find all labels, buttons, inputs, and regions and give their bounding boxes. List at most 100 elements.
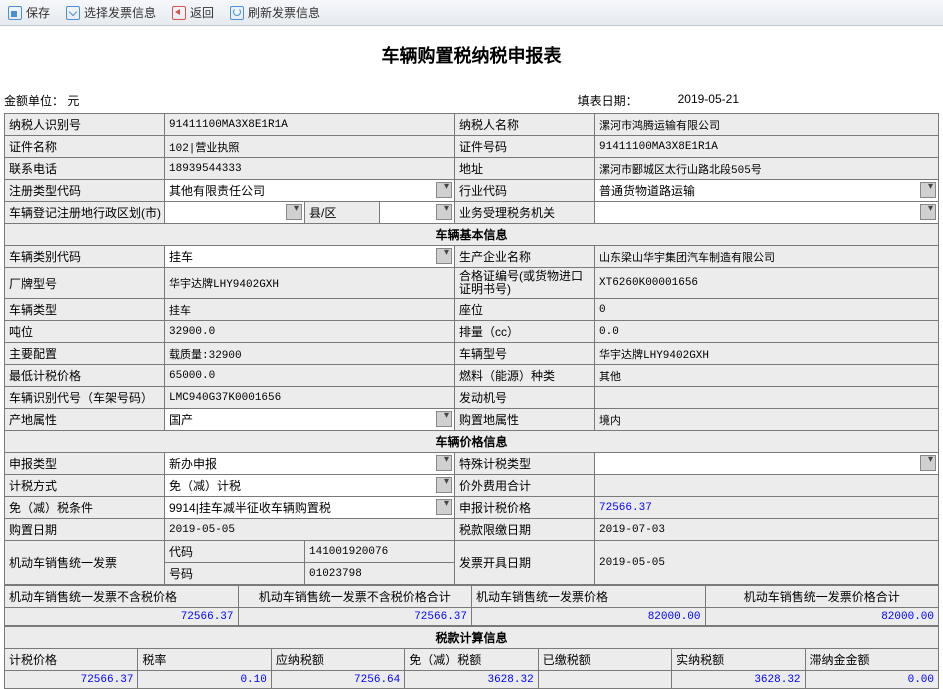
vehicle-section-header: 车辆基本信息 bbox=[5, 224, 939, 246]
industry-input[interactable]: 普通货物道路运输 bbox=[595, 180, 939, 202]
unit-value: 元 bbox=[67, 94, 79, 108]
tax-office-label: 业务受理税务机关 bbox=[455, 202, 595, 224]
date-label: 填表日期： bbox=[578, 92, 638, 109]
seats-value: 0 bbox=[595, 299, 939, 321]
purchase-loc-label: 购置地属性 bbox=[455, 409, 595, 431]
exempt-cond-label: 免（减）税条件 bbox=[5, 497, 165, 519]
address-label: 地址 bbox=[455, 158, 595, 180]
select-invoice-button[interactable]: 选择发票信息 bbox=[66, 4, 156, 21]
taxpayer-name-label: 纳税人名称 bbox=[455, 114, 595, 136]
inv-notax-total-label: 机动车销售统一发票不含税价格合计 bbox=[238, 586, 472, 608]
taxpayer-id-label: 纳税人识别号 bbox=[5, 114, 165, 136]
tax-method-input[interactable]: 免（减）计税 bbox=[165, 475, 455, 497]
phone-label: 联系电话 bbox=[5, 158, 165, 180]
date-value: 2019-05-21 bbox=[678, 92, 739, 109]
tax-method-label: 计税方式 bbox=[5, 475, 165, 497]
veh-model-label: 车辆型号 bbox=[455, 343, 595, 365]
inv-notax-value: 72566.37 bbox=[5, 608, 239, 626]
taxpayer-name-value: 漯河市鸿腾运输有限公司 bbox=[595, 114, 939, 136]
county-label: 县/区 bbox=[305, 202, 380, 224]
tax-exempt-value: 3628.32 bbox=[405, 671, 538, 689]
inv-price-value: 82000.00 bbox=[472, 608, 706, 626]
late-fee-label: 滞纳金金额 bbox=[805, 649, 938, 671]
taxpayer-table: 纳税人识别号91411100MA3X8E1R1A纳税人名称漯河市鸿腾运输有限公司… bbox=[4, 113, 939, 585]
reg-city-input[interactable] bbox=[165, 202, 305, 224]
tax-due-date-value: 2019-07-03 bbox=[595, 519, 939, 541]
refresh-icon bbox=[230, 6, 244, 20]
config-value: 载质量:32900 bbox=[165, 343, 455, 365]
refresh-label: 刷新发票信息 bbox=[248, 4, 320, 21]
purchase-loc-value: 境内 bbox=[595, 409, 939, 431]
back-icon bbox=[172, 6, 186, 20]
tax-payable-label: 应纳税额 bbox=[271, 649, 404, 671]
manufacturer-label: 生产企业名称 bbox=[455, 246, 595, 268]
invoice-price-table: 机动车销售统一发票不含税价格机动车销售统一发票不含税价格合计机动车销售统一发票价… bbox=[4, 585, 939, 626]
invoice-code-label: 代码 bbox=[165, 541, 305, 563]
veh-cat-input[interactable]: 挂车 bbox=[165, 246, 455, 268]
tax-price-value: 72566.37 bbox=[5, 671, 138, 689]
cert-no-value: 91411100MA3X8E1R1A bbox=[595, 136, 939, 158]
tonnage-label: 吨位 bbox=[5, 321, 165, 343]
tax-rate-value: 0.10 bbox=[138, 671, 271, 689]
declare-price-value: 72566.37 bbox=[595, 497, 939, 519]
purchase-date-label: 购置日期 bbox=[5, 519, 165, 541]
invoice-no-value: 01023798 bbox=[305, 563, 455, 585]
tax-payable-value: 7256.64 bbox=[271, 671, 404, 689]
price-section-header: 车辆价格信息 bbox=[5, 431, 939, 453]
reg-type-label: 注册类型代码 bbox=[5, 180, 165, 202]
reg-city-label: 车辆登记注册地行政区划(市) bbox=[5, 202, 165, 224]
special-tax-input[interactable] bbox=[595, 453, 939, 475]
origin-label: 产地属性 bbox=[5, 409, 165, 431]
inv-notax-label: 机动车销售统一发票不含税价格 bbox=[5, 586, 239, 608]
tax-actual-value: 3628.32 bbox=[672, 671, 805, 689]
invoice-no-label: 号码 bbox=[165, 563, 305, 585]
page-title: 车辆购置税纳税申报表 bbox=[4, 26, 939, 92]
inv-notax-total-value: 72566.37 bbox=[238, 608, 472, 626]
min-tax-price-value: 65000.0 bbox=[165, 365, 455, 387]
tax-section-header: 税款计算信息 bbox=[5, 627, 939, 649]
config-label: 主要配置 bbox=[5, 343, 165, 365]
tax-calc-table: 税款计算信息 计税价格税率应纳税额免（减）税额已缴税额实纳税额滞纳金金额 725… bbox=[4, 626, 939, 689]
special-tax-label: 特殊计税类型 bbox=[455, 453, 595, 475]
inv-price-total-label: 机动车销售统一发票价格合计 bbox=[705, 586, 939, 608]
brand-model-label: 厂牌型号 bbox=[5, 268, 165, 299]
veh-cat-label: 车辆类别代码 bbox=[5, 246, 165, 268]
purchase-date-value: 2019-05-05 bbox=[165, 519, 455, 541]
invoice-code-value: 141001920076 bbox=[305, 541, 455, 563]
save-button[interactable]: 保存 bbox=[8, 4, 50, 21]
fuel-type-label: 燃料（能源）种类 bbox=[455, 365, 595, 387]
engine-no-label: 发动机号 bbox=[455, 387, 595, 409]
exempt-cond-input[interactable]: 9914|挂车减半征收车辆购置税 bbox=[165, 497, 455, 519]
vin-value: LMC940G37K0001656 bbox=[165, 387, 455, 409]
refresh-button[interactable]: 刷新发票信息 bbox=[230, 4, 320, 21]
back-button[interactable]: 返回 bbox=[172, 4, 214, 21]
invoice-label: 机动车销售统一发票 bbox=[5, 541, 165, 585]
reg-type-input[interactable]: 其他有限责任公司 bbox=[165, 180, 455, 202]
extra-fee-value bbox=[595, 475, 939, 497]
cert-no2-value: XT6260K00001656 bbox=[595, 268, 939, 299]
fuel-type-value: 其他 bbox=[595, 365, 939, 387]
county-input[interactable] bbox=[380, 202, 455, 224]
veh-type-label: 车辆类型 bbox=[5, 299, 165, 321]
cert-no-label: 证件号码 bbox=[455, 136, 595, 158]
brand-model-value: 华宇达牌LHY9402GXH bbox=[165, 268, 455, 299]
declare-type-label: 申报类型 bbox=[5, 453, 165, 475]
tax-office-input[interactable] bbox=[595, 202, 939, 224]
phone-value: 18939544333 bbox=[165, 158, 455, 180]
manufacturer-value: 山东梁山华宇集团汽车制造有限公司 bbox=[595, 246, 939, 268]
origin-input[interactable]: 国产 bbox=[165, 409, 455, 431]
tax-due-date-label: 税款限缴日期 bbox=[455, 519, 595, 541]
declare-price-label: 申报计税价格 bbox=[455, 497, 595, 519]
cert-name-value: 102|营业执照 bbox=[165, 136, 455, 158]
taxpayer-id-value: 91411100MA3X8E1R1A bbox=[165, 114, 455, 136]
tax-actual-label: 实纳税额 bbox=[672, 649, 805, 671]
declare-type-input[interactable]: 新办申报 bbox=[165, 453, 455, 475]
tonnage-value: 32900.0 bbox=[165, 321, 455, 343]
inv-price-label: 机动车销售统一发票价格 bbox=[472, 586, 706, 608]
address-value: 漯河市郾城区太行山路北段505号 bbox=[595, 158, 939, 180]
tax-exempt-label: 免（减）税额 bbox=[405, 649, 538, 671]
tax-paid-label: 已缴税额 bbox=[538, 649, 671, 671]
veh-type-value: 挂车 bbox=[165, 299, 455, 321]
save-label: 保存 bbox=[26, 4, 50, 21]
displacement-label: 排量（cc） bbox=[455, 321, 595, 343]
